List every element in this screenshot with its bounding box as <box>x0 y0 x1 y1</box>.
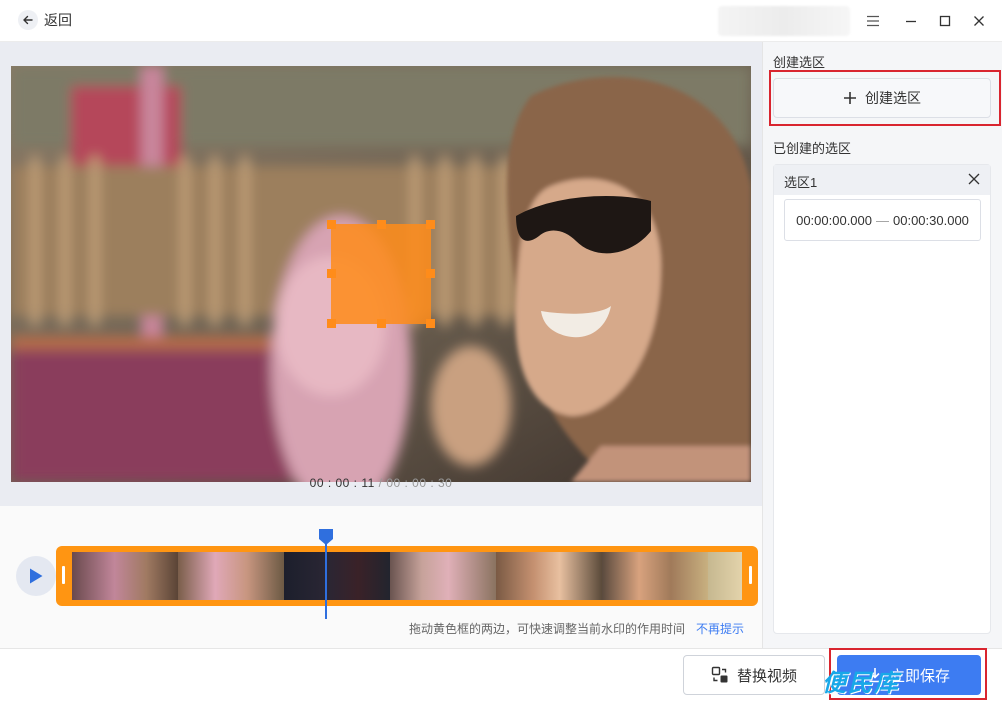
replace-video-button[interactable]: 替换视频 <box>683 655 825 695</box>
replace-icon <box>711 666 728 683</box>
resize-handle[interactable] <box>327 319 336 328</box>
frame-thumbnail <box>708 552 742 600</box>
time-separator: / <box>374 476 387 490</box>
watermark-selection-box[interactable] <box>331 224 431 324</box>
right-trim-handle[interactable] <box>749 566 752 584</box>
close-icon[interactable] <box>968 172 982 186</box>
minimize-icon[interactable] <box>901 11 921 31</box>
resize-handle[interactable] <box>426 269 435 278</box>
selection-item-header: 选区1 <box>774 165 990 195</box>
selection-list: 选区1 00:00:00.000 — 00:00:30.000 <box>773 164 991 634</box>
playhead-handle[interactable] <box>318 528 334 546</box>
time-readout: 00 : 00 : 11 / 00 : 00 : 30 <box>0 476 762 490</box>
play-icon <box>30 568 43 584</box>
frame-thumbnail <box>496 552 602 600</box>
bottom-bar: 替换视频 立即保存 便民库 <box>0 648 1002 702</box>
back-arrow-icon <box>18 10 38 30</box>
play-button[interactable] <box>16 556 56 596</box>
dismiss-hint-link[interactable]: 不再提示 <box>696 620 744 637</box>
replace-video-label: 替换视频 <box>736 667 797 685</box>
video-preview[interactable] <box>11 66 751 482</box>
maximize-icon[interactable] <box>935 11 955 31</box>
current-time: 00 : 00 : 11 <box>309 476 375 490</box>
resize-handle[interactable] <box>426 319 435 328</box>
selection-end-time: 00:00:30.000 <box>893 212 969 228</box>
selection-name: 选区1 <box>784 175 818 190</box>
selection-start-time: 00:00:00.000 <box>796 212 872 228</box>
playhead-line <box>325 535 327 619</box>
frame-thumbnail <box>602 552 708 600</box>
close-icon[interactable] <box>969 11 989 31</box>
menu-icon[interactable] <box>863 11 883 31</box>
frame-thumbnail <box>284 552 390 600</box>
blurred-account-area <box>718 6 850 36</box>
selection-time-range[interactable]: 00:00:00.000 — 00:00:30.000 <box>784 199 981 241</box>
highlight-frame <box>829 648 987 700</box>
frame-thumbnail <box>178 552 284 600</box>
resize-handle[interactable] <box>377 220 386 229</box>
resize-handle[interactable] <box>377 319 386 328</box>
selection-panel: 创建选区 创建选区 已创建的选区 选区1 00:00:00.000 — 00:0… <box>762 42 1002 648</box>
timeline-hint: 拖动黄色框的两边，可快速调整当前水印的作用时间 <box>409 622 686 636</box>
highlight-frame <box>769 70 1001 126</box>
resize-handle[interactable] <box>327 220 336 229</box>
thumbnail-strip <box>72 552 742 600</box>
total-time: 00 : 00 : 30 <box>386 476 453 490</box>
frame-thumbnail <box>390 552 496 600</box>
preview-background <box>0 42 762 506</box>
range-dash: — <box>876 212 889 228</box>
back-button[interactable]: 返回 <box>18 10 72 30</box>
title-bar: 返回 <box>0 0 1002 42</box>
resize-handle[interactable] <box>426 220 435 229</box>
resize-handle[interactable] <box>327 269 336 278</box>
left-trim-handle[interactable] <box>62 566 65 584</box>
created-section-title: 已创建的选区 <box>773 141 852 156</box>
frame-thumbnail <box>72 552 178 600</box>
create-section-title: 创建选区 <box>773 55 826 70</box>
back-label: 返回 <box>44 12 72 28</box>
timeline-strip[interactable] <box>56 546 758 606</box>
